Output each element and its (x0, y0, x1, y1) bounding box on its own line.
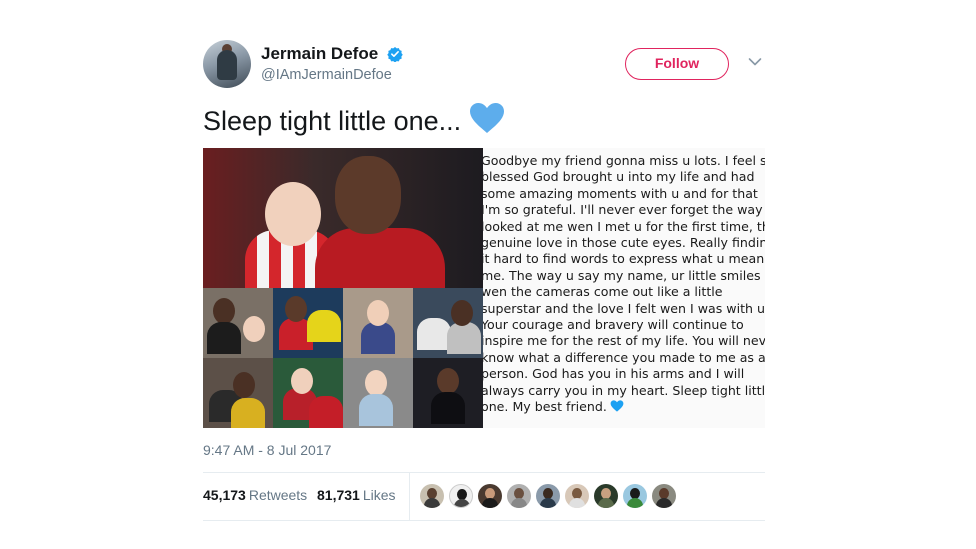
letter-line: one. My best friend. (483, 399, 765, 415)
tweet-header: Jermain Defoe @IAmJermainDefoe Follow (203, 40, 765, 92)
letter-line: some amazing moments with u and for that (483, 185, 758, 201)
liker-avatar[interactable] (536, 484, 560, 508)
collage-main-photo (203, 148, 483, 288)
retweets-stat[interactable]: 45,173 Retweets (203, 487, 307, 503)
letter-line: genuine love in those cute eyes. Really … (483, 235, 765, 251)
tweet-text-row: Sleep tight little one... (203, 102, 505, 137)
collage-thumb (273, 288, 343, 358)
follow-button[interactable]: Follow (625, 48, 729, 80)
photo-figure-child-head (265, 182, 321, 246)
letter-line: superstar and the love I felt wen I was … (483, 300, 765, 316)
tweet-text: Sleep tight little one... (203, 106, 462, 136)
liker-avatar[interactable] (565, 484, 589, 508)
letter-line: me. The way u say my name, ur little smi… (483, 267, 761, 283)
chevron-down-icon[interactable] (748, 57, 762, 67)
letter-line: person. God has you in his arms and I wi… (483, 366, 745, 382)
tweet-stats: 45,173 Retweets 81,731 Likes (203, 473, 765, 520)
tweet-card: Jermain Defoe @IAmJermainDefoe Follow Sl… (203, 40, 765, 521)
divider (409, 473, 410, 520)
liker-avatar[interactable] (478, 484, 502, 508)
collage-thumb (343, 288, 413, 358)
photo-collage[interactable] (203, 148, 483, 428)
liker-avatar[interactable] (594, 484, 618, 508)
letter-line: know what a difference you made to me as… (483, 349, 765, 365)
letter-line: I'm so grateful. I'll never ever forget … (483, 202, 765, 218)
avatar-body-shape (217, 50, 237, 80)
letter-line: Your courage and bravery will continue t… (483, 317, 744, 333)
author-display-name[interactable]: Jermain Defoe (261, 44, 378, 64)
divider (203, 520, 765, 521)
letter-line: always carry you in my heart. Sleep tigh… (483, 382, 765, 398)
collage-thumb (203, 358, 273, 428)
letter-line: it hard to find words to express what u … (483, 251, 765, 267)
collage-thumb (413, 288, 483, 358)
retweets-label: Retweets (248, 487, 308, 503)
letter-line: inspire me for the rest of my life. You … (483, 333, 765, 349)
liker-avatar[interactable] (623, 484, 647, 508)
collage-thumb (413, 358, 483, 428)
retweets-count: 45,173 (203, 487, 246, 503)
photo-figure-man-head (335, 156, 401, 234)
verified-badge-icon (386, 47, 403, 62)
blue-heart-icon (470, 103, 505, 133)
letter-line: looked at me wen I met u for the first t… (483, 218, 765, 234)
likes-label: Likes (362, 487, 396, 503)
likes-stat[interactable]: 81,731 Likes (317, 487, 396, 503)
blue-heart-icon (610, 400, 624, 412)
photo-figure-man-body (315, 228, 445, 288)
liker-avatar[interactable] (420, 484, 444, 508)
letter-image: Goodbye my friend gonna miss u lots. I f… (483, 148, 765, 428)
likes-count: 81,731 (317, 487, 360, 503)
collage-thumb (273, 358, 343, 428)
tweet-timestamp[interactable]: 9:47 AM - 8 Jul 2017 (203, 442, 331, 458)
liker-avatar[interactable] (652, 484, 676, 508)
letter-text: Goodbye my friend gonna miss u lots. I f… (483, 153, 765, 416)
letter-line: Goodbye my friend gonna miss u lots. I f… (483, 153, 765, 168)
author-handle[interactable]: @IAmJermainDefoe (261, 67, 403, 83)
liker-avatar[interactable] (507, 484, 531, 508)
letter-line: wen the cameras come out like a little (483, 284, 723, 300)
collage-thumb (203, 288, 273, 358)
letter-line: blessed God brought u into my life and h… (483, 169, 755, 185)
avatar[interactable] (203, 40, 251, 88)
author-name-block: Jermain Defoe @IAmJermainDefoe (261, 44, 403, 83)
collage-thumb (343, 358, 413, 428)
tweet-media[interactable]: Goodbye my friend gonna miss u lots. I f… (203, 148, 765, 428)
liker-avatar[interactable] (449, 484, 473, 508)
